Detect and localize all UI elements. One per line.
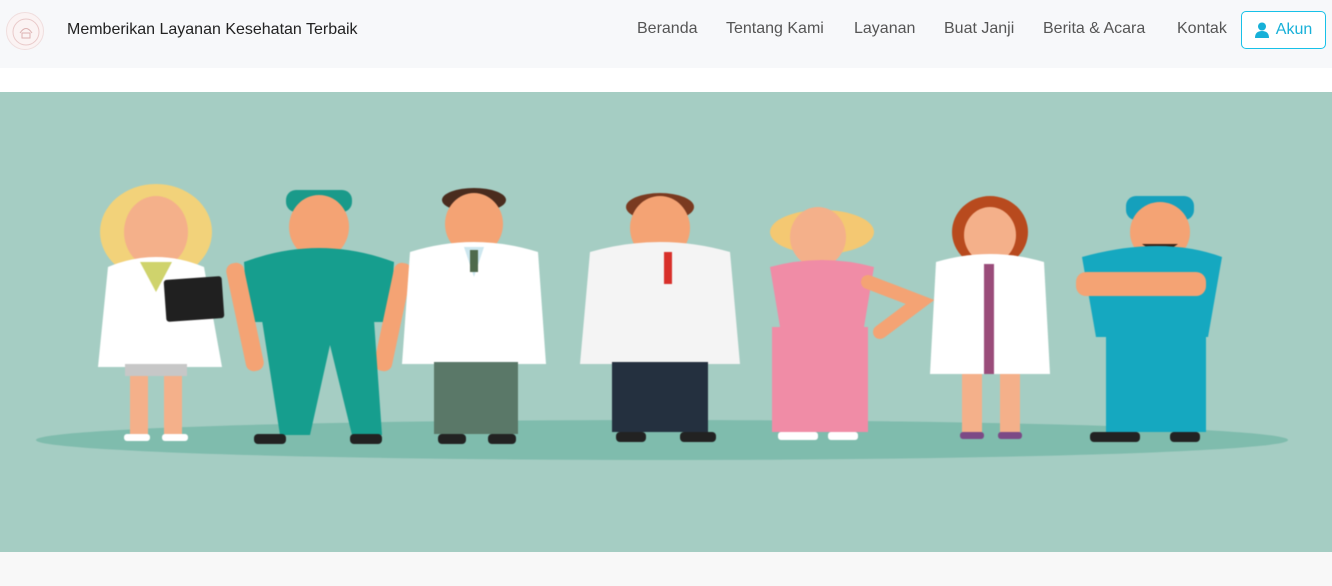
hero-banner — [0, 92, 1332, 552]
account-button[interactable]: Akun — [1241, 11, 1326, 49]
header-spacer — [0, 68, 1332, 92]
nav-link-berita-acara[interactable]: Berita & Acara — [1043, 20, 1145, 38]
nav-link-beranda[interactable]: Beranda — [637, 20, 698, 38]
nav-link-buat-janji[interactable]: Buat Janji — [944, 20, 1014, 38]
nav-link-layanan[interactable]: Layanan — [854, 20, 915, 38]
account-button-label: Akun — [1275, 21, 1313, 38]
medical-team-illustration — [0, 92, 1332, 552]
site-tagline: Memberikan Layanan Kesehatan Terbaik — [67, 21, 358, 38]
nav-link-kontak[interactable]: Kontak — [1177, 20, 1227, 38]
nav-link-tentang-kami[interactable]: Tentang Kami — [726, 20, 824, 38]
hospital-logo-icon[interactable] — [6, 12, 44, 50]
navbar: Memberikan Layanan Kesehatan Terbaik Ber… — [0, 0, 1332, 68]
user-icon — [1254, 22, 1269, 38]
